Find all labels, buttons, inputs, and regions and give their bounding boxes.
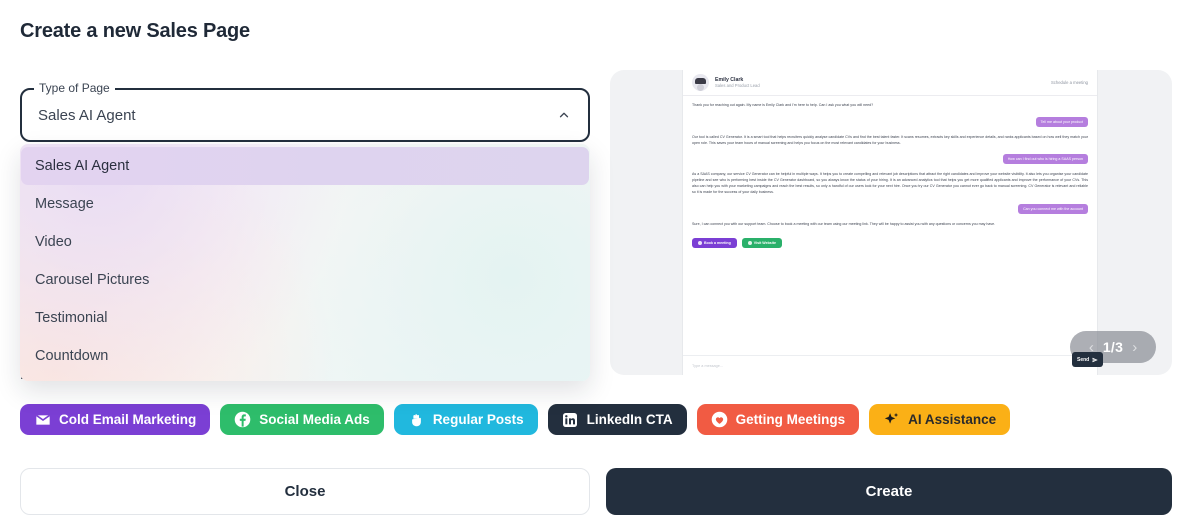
- user-message-row: Tell me about your product: [692, 116, 1088, 127]
- agent-message: Thank you for reaching out again. My nam…: [692, 103, 874, 107]
- chevron-up-icon[interactable]: [556, 107, 572, 123]
- user-message: Can you connect me with the account: [1018, 203, 1088, 214]
- linkedin-icon: [562, 411, 579, 428]
- form-left-column: Type of Page Sales AI Agent Sales AI Age…: [20, 81, 590, 375]
- preview-card: Emily Clark Sales and Product Lead Sched…: [682, 70, 1098, 375]
- sparkle-icon: [883, 411, 900, 428]
- user-message: How can I find out who is hiring a SAAS …: [1002, 154, 1088, 165]
- tag-cold-email-marketing[interactable]: Cold Email Marketing: [20, 404, 211, 435]
- type-of-page-select-wrapper: Type of Page Sales AI Agent Sales AI Age…: [20, 81, 590, 375]
- user-message-row: How can I find out who is hiring a SAAS …: [692, 154, 1088, 165]
- preview-page-count: 1/3: [1102, 339, 1124, 355]
- send-badge[interactable]: Send: [1072, 352, 1104, 367]
- type-of-page-value: Sales AI Agent: [38, 106, 136, 124]
- best-for-tag-row: Cold Email Marketing Social Media Ads Re…: [20, 404, 1172, 435]
- heart-icon: [711, 411, 728, 428]
- user-message-row: Can you connect me with the account: [692, 203, 1088, 214]
- user-message: Tell me about your product: [1035, 116, 1088, 127]
- preview-composer-placeholder: Type a message...: [692, 363, 724, 368]
- preview-action-book-a-meeting[interactable]: Book a meeting: [692, 237, 737, 248]
- create-button[interactable]: Create: [606, 468, 1172, 515]
- close-button[interactable]: Close: [20, 468, 590, 515]
- globe-icon: [747, 240, 752, 245]
- tag-linkedin-cta[interactable]: LinkedIn CTA: [547, 404, 687, 435]
- agent-message: As a SAAS company, our service CV Genera…: [692, 172, 1088, 194]
- envelope-icon: [34, 411, 51, 428]
- preview-composer[interactable]: Type a message...: [683, 355, 1097, 375]
- tag-social-media-ads[interactable]: Social Media Ads: [220, 404, 384, 435]
- tag-getting-meetings[interactable]: Getting Meetings: [696, 404, 860, 435]
- send-badge-label: Send: [1077, 356, 1090, 363]
- template-preview-panel: Emily Clark Sales and Product Lead Sched…: [610, 70, 1172, 375]
- avatar-icon: [692, 74, 709, 91]
- tag-label: Social Media Ads: [259, 412, 370, 427]
- agent-message: Our tool is called CV Generator. It is a…: [692, 134, 1088, 145]
- create-sales-page-modal: Create a new Sales Page Type of Page Sal…: [0, 0, 1192, 526]
- tag-label: Getting Meetings: [735, 412, 846, 427]
- agent-message: Sure, I can connect you with our support…: [692, 221, 996, 226]
- tag-label: AI Assistance: [908, 412, 997, 427]
- preview-card-header: Emily Clark Sales and Product Lead Sched…: [683, 70, 1097, 96]
- preview-identity: Emily Clark Sales and Product Lead: [715, 77, 760, 89]
- dropdown-option-carousel-pictures[interactable]: Carousel Pictures: [21, 261, 589, 299]
- preview-author-subtitle: Sales and Product Lead: [715, 83, 760, 89]
- preview-quick-actions: Book a meeting Visit Website: [683, 236, 1097, 248]
- dropdown-option-video[interactable]: Video: [21, 223, 589, 261]
- chevron-right-icon[interactable]: ›: [1132, 340, 1137, 355]
- page-title: Create a new Sales Page: [20, 20, 250, 42]
- hand-icon: [408, 411, 425, 428]
- facebook-icon: [234, 411, 251, 428]
- preview-action-visit-website[interactable]: Visit Website: [741, 237, 783, 248]
- tag-label: LinkedIn CTA: [586, 412, 673, 427]
- dropdown-option-testimonial[interactable]: Testimonial: [21, 299, 589, 337]
- tag-label: Cold Email Marketing: [59, 412, 197, 427]
- preview-action-label: Book a meeting: [704, 240, 731, 245]
- preview-conversation: Thank you for reaching out again. My nam…: [683, 96, 1097, 228]
- paper-plane-icon: [1092, 357, 1098, 362]
- dropdown-option-message[interactable]: Message: [21, 185, 589, 223]
- preview-header-action[interactable]: Schedule a meeting: [1051, 80, 1088, 85]
- type-of-page-legend: Type of Page: [34, 81, 115, 95]
- type-of-page-select[interactable]: Type of Page Sales AI Agent: [20, 81, 590, 142]
- calendar-icon: [698, 240, 702, 245]
- tag-ai-assistance[interactable]: AI Assistance: [869, 404, 1011, 435]
- preview-action-label: Visit Website: [753, 240, 777, 245]
- tag-regular-posts[interactable]: Regular Posts: [393, 404, 538, 435]
- dropdown-option-countdown[interactable]: Countdown: [21, 337, 589, 375]
- type-of-page-dropdown: Sales AI Agent Message Video Carousel Pi…: [20, 144, 590, 381]
- dropdown-option-sales-ai-agent[interactable]: Sales AI Agent: [21, 147, 589, 185]
- tag-label: Regular Posts: [432, 412, 524, 427]
